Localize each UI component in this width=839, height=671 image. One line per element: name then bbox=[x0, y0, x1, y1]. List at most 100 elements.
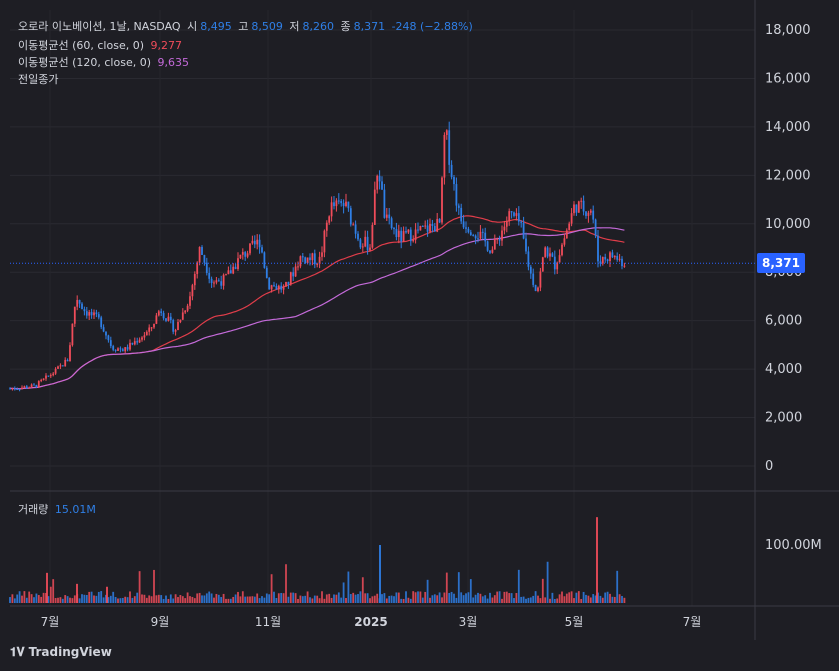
volume-bar bbox=[97, 591, 100, 603]
volume-bar bbox=[174, 594, 177, 603]
candle-body bbox=[28, 387, 31, 389]
candle-body bbox=[549, 253, 551, 257]
volume-bar bbox=[455, 597, 458, 603]
volume-bar bbox=[88, 591, 91, 603]
volume-bar bbox=[273, 591, 275, 603]
candle-body bbox=[501, 230, 503, 241]
candle-body bbox=[232, 266, 235, 274]
candle-body bbox=[59, 365, 62, 367]
volume-bar bbox=[561, 591, 563, 603]
candle-body bbox=[306, 257, 309, 264]
candle-body bbox=[354, 224, 357, 234]
volume-bar bbox=[313, 595, 316, 603]
x-tick-label: 3월 bbox=[459, 615, 478, 629]
candle-body bbox=[337, 200, 340, 202]
volume-bar bbox=[222, 593, 225, 603]
candle-body bbox=[373, 189, 376, 225]
candle-body bbox=[246, 253, 249, 257]
candle-body bbox=[383, 189, 386, 218]
price-chart[interactable]: 02,0004,0006,0008,00010,00012,00014,0001… bbox=[0, 0, 839, 671]
ma60-legend[interactable]: 이동평균선 (60, close, 0) 9,277 bbox=[18, 37, 185, 53]
volume-bar bbox=[575, 592, 578, 603]
volume-bar bbox=[69, 597, 71, 603]
tradingview-logo[interactable]: 𝟏𝐕 TradingView bbox=[10, 645, 112, 660]
volume-bar bbox=[251, 596, 254, 603]
candle-body bbox=[541, 257, 544, 272]
candle-body bbox=[66, 359, 69, 362]
volume-bar bbox=[529, 597, 532, 603]
x-tick-label: 9월 bbox=[151, 615, 170, 629]
candle-body bbox=[623, 265, 626, 267]
y-tick-label: 10,000 bbox=[765, 217, 811, 232]
volume-bar bbox=[371, 596, 374, 603]
candle-body bbox=[155, 315, 158, 324]
volume-bar bbox=[517, 569, 520, 603]
candle-body bbox=[618, 258, 621, 260]
volume-bar bbox=[621, 596, 623, 603]
candle-body bbox=[81, 303, 83, 310]
volume-bar bbox=[241, 591, 244, 603]
tradingview-mark-icon: 𝟏𝐕 bbox=[10, 645, 25, 659]
volume-bar bbox=[297, 598, 299, 603]
candle-body bbox=[301, 256, 304, 258]
volume-bar bbox=[544, 597, 547, 603]
volume-bar bbox=[143, 594, 146, 603]
volume-bar bbox=[265, 593, 268, 603]
candle-body bbox=[421, 225, 424, 227]
volume-bar bbox=[486, 598, 489, 603]
candle-body bbox=[316, 263, 319, 265]
volume-bar bbox=[191, 596, 194, 603]
candle-body bbox=[184, 310, 187, 313]
candle-body bbox=[35, 384, 38, 388]
candle-body bbox=[513, 212, 515, 216]
volume-bar bbox=[81, 594, 83, 603]
volume-bar bbox=[181, 596, 184, 603]
candle-body bbox=[462, 221, 465, 228]
candle-body bbox=[150, 327, 153, 329]
candle-body bbox=[472, 234, 475, 236]
candle-body bbox=[270, 285, 273, 290]
volume-bar bbox=[40, 596, 43, 603]
volume-bar bbox=[119, 598, 122, 603]
volume-bar bbox=[49, 586, 52, 603]
high-value: 8,509 bbox=[251, 20, 283, 33]
volume-bar bbox=[215, 593, 218, 603]
candle-body bbox=[33, 384, 35, 386]
volume-bar bbox=[484, 595, 487, 603]
volume-bar bbox=[328, 593, 331, 603]
candle-body bbox=[42, 378, 45, 380]
volume-bar bbox=[54, 597, 57, 603]
candle-body bbox=[436, 218, 439, 232]
candle-body bbox=[330, 202, 333, 217]
candle-body bbox=[407, 229, 410, 233]
volume-bar bbox=[225, 598, 227, 603]
candle-body bbox=[205, 262, 208, 273]
volume-bar bbox=[493, 595, 496, 603]
volume-bar bbox=[148, 595, 151, 603]
volume-bar bbox=[153, 569, 155, 603]
prev-close-legend[interactable]: 전일종가 bbox=[18, 71, 61, 87]
candle-body bbox=[217, 280, 220, 282]
candle-body bbox=[100, 317, 103, 328]
volume-bar bbox=[525, 598, 527, 603]
volume-bar bbox=[234, 594, 237, 603]
candle-body bbox=[208, 272, 211, 279]
candle-body bbox=[198, 246, 201, 263]
candle-body bbox=[561, 244, 563, 256]
volume-bar bbox=[426, 579, 429, 603]
candle-body bbox=[369, 247, 371, 251]
volume-legend[interactable]: 거래량 15.01M bbox=[18, 501, 99, 517]
volume-bar bbox=[565, 593, 568, 603]
volume-bar bbox=[402, 598, 405, 603]
candle-body bbox=[441, 177, 443, 223]
volume-bar bbox=[217, 594, 220, 603]
volume-bar bbox=[515, 593, 518, 603]
candle-body bbox=[409, 229, 412, 242]
volume-bar bbox=[246, 596, 249, 603]
candle-body bbox=[390, 218, 393, 229]
volume-bar bbox=[189, 596, 191, 603]
volume-bar bbox=[186, 592, 189, 603]
high-label: 고 bbox=[238, 20, 249, 33]
ma120-legend[interactable]: 이동평균선 (120, close, 0) 9,635 bbox=[18, 54, 192, 70]
volume-bar bbox=[244, 596, 247, 603]
